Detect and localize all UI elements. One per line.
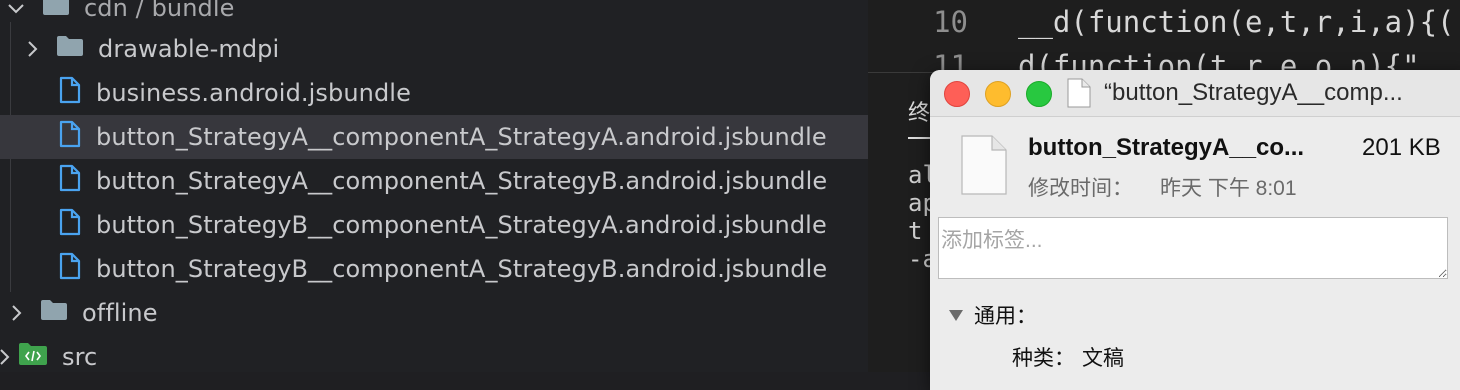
tree-item-label: cdn / bundle xyxy=(84,0,235,22)
kind-label: 种类： xyxy=(1012,347,1075,370)
window-title: “button_StrategyA__comp... xyxy=(1104,79,1403,106)
chevron-right-icon xyxy=(0,347,14,367)
folder-icon xyxy=(56,35,84,63)
window-titlebar[interactable]: “button_StrategyA__comp... xyxy=(930,70,1460,117)
tree-item-label: button_StrategyA__componentA_StrategyA.a… xyxy=(96,123,827,151)
tree-folder-cdn-bundle[interactable]: cdn / bundle xyxy=(0,0,868,30)
chevron-right-icon xyxy=(6,303,26,323)
file-explorer: cdn / bundle drawable-mdpi business.andr… xyxy=(0,0,868,372)
disclosure-triangle-down-icon[interactable] xyxy=(948,307,964,323)
tags-input[interactable] xyxy=(938,217,1448,279)
tree-item-label: offline xyxy=(82,299,158,327)
tree-file-strategyA-B[interactable]: button_StrategyA__componentA_StrategyB.a… xyxy=(0,159,868,203)
tree-folder-offline[interactable]: offline xyxy=(0,291,868,335)
file-icon xyxy=(58,164,82,198)
file-size: 201 KB xyxy=(1362,134,1441,161)
tree-folder-src[interactable]: src xyxy=(0,335,868,372)
minimize-button[interactable] xyxy=(985,81,1011,107)
tree-file-strategyB-B[interactable]: button_StrategyB__componentA_StrategyB.a… xyxy=(0,247,868,291)
modified-value: 昨天 下午 8:01 xyxy=(1160,177,1297,200)
tree-item-label: button_StrategyB__componentA_StrategyA.a… xyxy=(96,211,827,239)
terminal-line: t xyxy=(908,217,923,245)
tree-item-label: button_StrategyA__componentA_StrategyB.a… xyxy=(96,167,828,195)
file-icon xyxy=(58,120,82,154)
tree-file-strategyA-A[interactable]: button_StrategyA__componentA_StrategyA.a… xyxy=(0,115,868,159)
kind-value: 文稿 xyxy=(1082,347,1124,370)
tab-terminal[interactable]: 终 xyxy=(908,95,930,127)
document-icon xyxy=(960,134,1008,201)
file-icon xyxy=(58,208,82,242)
folder-icon xyxy=(42,0,70,22)
close-button[interactable] xyxy=(944,81,970,107)
chevron-down-icon xyxy=(6,0,26,18)
modified-label: 修改时间： xyxy=(1028,177,1133,200)
chevron-right-icon xyxy=(22,39,42,59)
file-name: button_StrategyA__co... xyxy=(1028,134,1305,161)
tree-item-label: drawable-mdpi xyxy=(98,35,280,63)
tree-file-strategyB-A[interactable]: button_StrategyB__componentA_StrategyA.a… xyxy=(0,203,868,247)
zoom-button[interactable] xyxy=(1026,81,1052,107)
tree-item-label: business.android.jsbundle xyxy=(96,79,411,107)
document-icon xyxy=(1067,78,1091,113)
active-tab-indicator xyxy=(908,137,930,139)
tree-item-label: src xyxy=(62,343,98,371)
general-section-header[interactable]: 通用： xyxy=(948,300,1037,330)
tree-folder-drawable-mdpi[interactable]: drawable-mdpi xyxy=(0,27,868,71)
file-icon xyxy=(58,252,82,286)
general-section-label: 通用： xyxy=(974,305,1037,328)
source-folder-icon xyxy=(18,342,48,372)
get-info-window: “button_StrategyA__comp... button_Strate… xyxy=(930,70,1460,390)
line-number: 10 xyxy=(933,5,968,39)
file-icon xyxy=(58,76,82,110)
tree-item-label: button_StrategyB__componentA_StrategyB.a… xyxy=(96,255,828,283)
folder-icon xyxy=(40,299,68,327)
tree-file-business[interactable]: business.android.jsbundle xyxy=(0,71,868,115)
code-text: __d(function(e,t,r,i,a){( xyxy=(1018,5,1455,39)
code-line[interactable]: 10 __d(function(e,t,r,i,a){( xyxy=(868,0,1455,44)
